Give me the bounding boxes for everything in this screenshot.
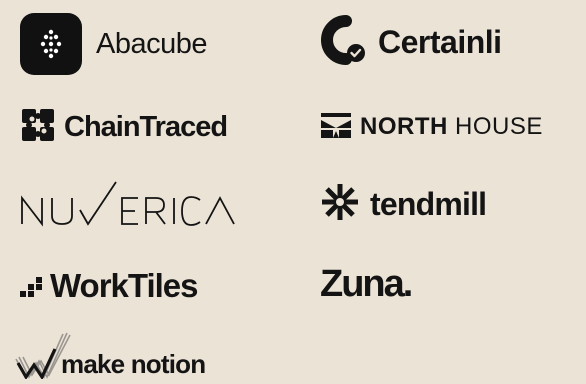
chaintraced-logo: ChainTraced [20,107,228,148]
house-mark-icon [320,111,352,144]
northhouse-wordmark: NORTH HOUSE [360,113,543,141]
asterisk-burst-icon [320,182,360,227]
northhouse-word-house: HOUSE [455,113,543,140]
zuna-logo: Zuna. [320,262,413,306]
certainli-logo: Certainli [318,14,502,70]
makenotion-logo: make notion [15,332,206,382]
northhouse-word-north: NORTH [360,113,448,140]
dotted-diamond-icon [20,13,82,75]
worktiles-logo: WorkTiles [20,265,199,307]
dot-steps-icon [20,269,44,304]
tendmill-wordmark: tendmill [370,185,487,222]
nuverica-logo [20,180,240,230]
c-check-icon [318,14,368,70]
chaintraced-wordmark: ChainTraced [64,110,228,143]
worktiles-wordmark: WorkTiles [50,267,199,304]
tendmill-logo: tendmill [320,182,487,227]
puzzle-cross-icon [20,107,56,148]
certainli-wordmark: Certainli [378,23,502,60]
abacube-logo: Abacube [20,13,208,75]
abacube-wordmark: Abacube [96,27,208,60]
zuna-wordmark: Zuna. [320,262,413,305]
nuverica-wordmark-art [21,181,235,227]
northhouse-logo: NORTH HOUSE [320,112,543,142]
makenotion-wordmark: make notion [61,348,206,379]
